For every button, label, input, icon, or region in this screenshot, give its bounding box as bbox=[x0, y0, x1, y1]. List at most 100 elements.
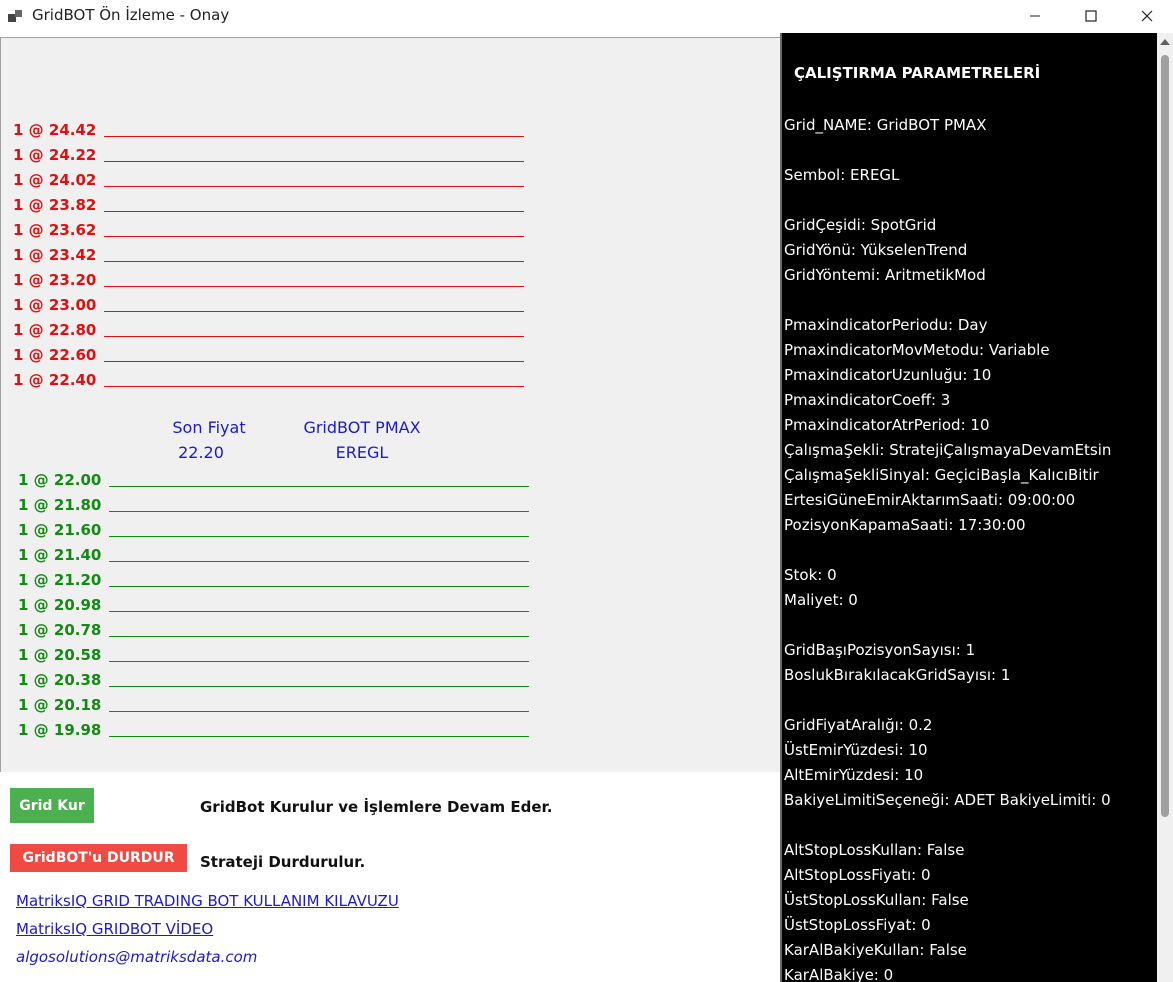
buy-order-line bbox=[109, 611, 530, 612]
sell-order-label: 1 @ 23.62 bbox=[13, 221, 97, 239]
sell-order-label: 1 @ 22.80 bbox=[13, 321, 97, 339]
sell-order-label: 1 @ 23.82 bbox=[13, 196, 97, 214]
sell-order-line bbox=[104, 186, 525, 187]
sell-order-label: 1 @ 24.22 bbox=[13, 146, 97, 164]
close-icon bbox=[1141, 10, 1153, 22]
buy-order-label: 1 @ 19.98 bbox=[18, 721, 102, 739]
sell-order-label: 1 @ 22.40 bbox=[13, 371, 97, 389]
parameter-line: PmaxindicatorAtrPeriod: 10 bbox=[784, 416, 990, 434]
buy-order-line bbox=[109, 736, 530, 737]
window-title: GridBOT Ön İzleme - Onay bbox=[32, 6, 230, 24]
bot-name: GridBOT PMAX bbox=[303, 418, 421, 437]
sell-order-line bbox=[104, 261, 525, 262]
buy-order-label: 1 @ 21.20 bbox=[18, 571, 102, 589]
parameter-line: BakiyeLimitiSeçeneği: ADET BakiyeLimiti:… bbox=[784, 791, 1111, 809]
parameter-line: ÜstEmirYüzdesi: 10 bbox=[784, 741, 928, 759]
sell-order-row: 1 @ 23.82 bbox=[13, 192, 525, 214]
app-window-icon bbox=[8, 8, 24, 24]
close-button[interactable] bbox=[1119, 0, 1173, 32]
parameter-line: GridYöntemi: AritmetikMod bbox=[784, 266, 986, 284]
buy-order-line bbox=[109, 636, 530, 637]
sell-order-line bbox=[104, 236, 525, 237]
actions-area: Grid Kur GridBot Kurulur ve İşlemlere De… bbox=[0, 772, 781, 982]
buy-order-row: 1 @ 21.20 bbox=[18, 567, 530, 589]
buy-order-row: 1 @ 20.78 bbox=[18, 617, 530, 639]
buy-order-row: 1 @ 21.40 bbox=[18, 542, 530, 564]
parameters-scrollbar[interactable] bbox=[1157, 33, 1173, 982]
buy-order-label: 1 @ 22.00 bbox=[18, 471, 102, 489]
buy-order-line bbox=[109, 511, 530, 512]
sell-order-label: 1 @ 22.60 bbox=[13, 346, 97, 364]
buy-order-label: 1 @ 21.80 bbox=[18, 496, 102, 514]
parameter-line: PmaxindicatorPeriodu: Day bbox=[784, 316, 988, 334]
parameter-line: ÜstStopLossFiyat: 0 bbox=[784, 916, 931, 934]
last-price-label: Son Fiyat bbox=[172, 418, 246, 437]
parameter-line: Grid_NAME: GridBOT PMAX bbox=[784, 116, 987, 134]
parameter-line: Stok: 0 bbox=[784, 566, 837, 584]
buy-order-label: 1 @ 21.40 bbox=[18, 546, 102, 564]
parameter-line: AltEmirYüzdesi: 10 bbox=[784, 766, 924, 784]
maximize-icon bbox=[1085, 10, 1097, 22]
sell-order-row: 1 @ 22.40 bbox=[13, 367, 525, 389]
parameter-line: ÇalışmaŞekliSinyal: GeçiciBaşla_KalıcıBi… bbox=[784, 466, 1099, 484]
sell-order-line bbox=[104, 361, 525, 362]
sell-order-label: 1 @ 23.20 bbox=[13, 271, 97, 289]
parameter-line: KarAlBakiyeKullan: False bbox=[784, 941, 967, 959]
parameter-line: GridBaşıPozisyonSayısı: 1 bbox=[784, 641, 976, 659]
support-email[interactable]: algosolutions@matriksdata.com bbox=[16, 948, 257, 966]
user-guide-link[interactable]: MatriksIQ GRID TRADING BOT KULLANIM KILA… bbox=[16, 892, 399, 910]
buy-order-row: 1 @ 19.98 bbox=[18, 717, 530, 739]
buy-order-label: 1 @ 21.60 bbox=[18, 521, 102, 539]
scroll-up-arrow-icon[interactable] bbox=[1160, 39, 1170, 45]
stop-description: Strateji Durdurulur. bbox=[200, 853, 366, 871]
parameter-line: PmaxindicatorUzunluğu: 10 bbox=[784, 366, 992, 384]
sell-order-row: 1 @ 24.22 bbox=[13, 142, 525, 164]
stop-gridbot-button[interactable]: GridBOT'u DURDUR bbox=[10, 844, 187, 872]
symbol-name: EREGL bbox=[335, 443, 389, 462]
parameters-panel: ÇALIŞTIRMA PARAMETRELERİ Grid_NAME: Grid… bbox=[780, 33, 1173, 982]
sell-order-row: 1 @ 23.20 bbox=[13, 267, 525, 289]
minimize-button[interactable] bbox=[1007, 0, 1063, 32]
parameters-title: ÇALIŞTIRMA PARAMETRELERİ bbox=[794, 64, 1041, 82]
sell-order-line bbox=[104, 386, 525, 387]
buy-order-row: 1 @ 20.38 bbox=[18, 667, 530, 689]
sell-order-label: 1 @ 23.00 bbox=[13, 296, 97, 314]
buy-order-line bbox=[109, 711, 530, 712]
sell-order-line bbox=[104, 336, 525, 337]
sell-order-row: 1 @ 22.60 bbox=[13, 342, 525, 364]
buy-order-label: 1 @ 20.78 bbox=[18, 621, 102, 639]
scroll-thumb[interactable] bbox=[1161, 55, 1169, 817]
parameter-line: AltStopLossFiyatı: 0 bbox=[784, 866, 931, 884]
parameter-line: AltStopLossKullan: False bbox=[784, 841, 965, 859]
minimize-icon bbox=[1030, 15, 1040, 17]
buy-order-line bbox=[109, 536, 530, 537]
maximize-button[interactable] bbox=[1063, 0, 1119, 32]
buy-order-row: 1 @ 20.58 bbox=[18, 642, 530, 664]
sell-order-row: 1 @ 23.42 bbox=[13, 242, 525, 264]
parameter-line: KarAlBakiye: 0 bbox=[784, 966, 894, 982]
sell-order-row: 1 @ 24.42 bbox=[13, 117, 525, 139]
title-bar: GridBOT Ön İzleme - Onay bbox=[0, 0, 1173, 32]
buy-order-line bbox=[109, 661, 530, 662]
sell-order-line bbox=[104, 211, 525, 212]
sell-order-row: 1 @ 22.80 bbox=[13, 317, 525, 339]
buy-order-row: 1 @ 22.00 bbox=[18, 467, 530, 489]
buy-order-label: 1 @ 20.98 bbox=[18, 596, 102, 614]
parameter-line: ÜstStopLossKullan: False bbox=[784, 891, 969, 909]
sell-order-label: 1 @ 24.02 bbox=[13, 171, 97, 189]
parameter-line: BoslukBırakılacakGridSayısı: 1 bbox=[784, 666, 1011, 684]
sell-order-row: 1 @ 23.00 bbox=[13, 292, 525, 314]
grid-kur-description: GridBot Kurulur ve İşlemlere Devam Eder. bbox=[200, 798, 553, 816]
sell-order-line bbox=[104, 136, 525, 137]
parameter-line: ErtesiGüneEmirAktarımSaati: 09:00:00 bbox=[784, 491, 1076, 509]
parameter-line: GridÇeşidi: SpotGrid bbox=[784, 216, 937, 234]
parameter-line: PozisyonKapamaSaati: 17:30:00 bbox=[784, 516, 1026, 534]
parameter-line: Sembol: EREGL bbox=[784, 166, 900, 184]
grid-kur-button[interactable]: Grid Kur bbox=[10, 788, 94, 823]
last-price-value: 22.20 bbox=[178, 443, 224, 462]
sell-order-label: 1 @ 23.42 bbox=[13, 246, 97, 264]
video-link[interactable]: MatriksIQ GRIDBOT VİDEO bbox=[16, 920, 213, 938]
parameter-line: GridFiyatAralığı: 0.2 bbox=[784, 716, 933, 734]
buy-order-row: 1 @ 20.98 bbox=[18, 592, 530, 614]
sell-order-label: 1 @ 24.42 bbox=[13, 121, 97, 139]
